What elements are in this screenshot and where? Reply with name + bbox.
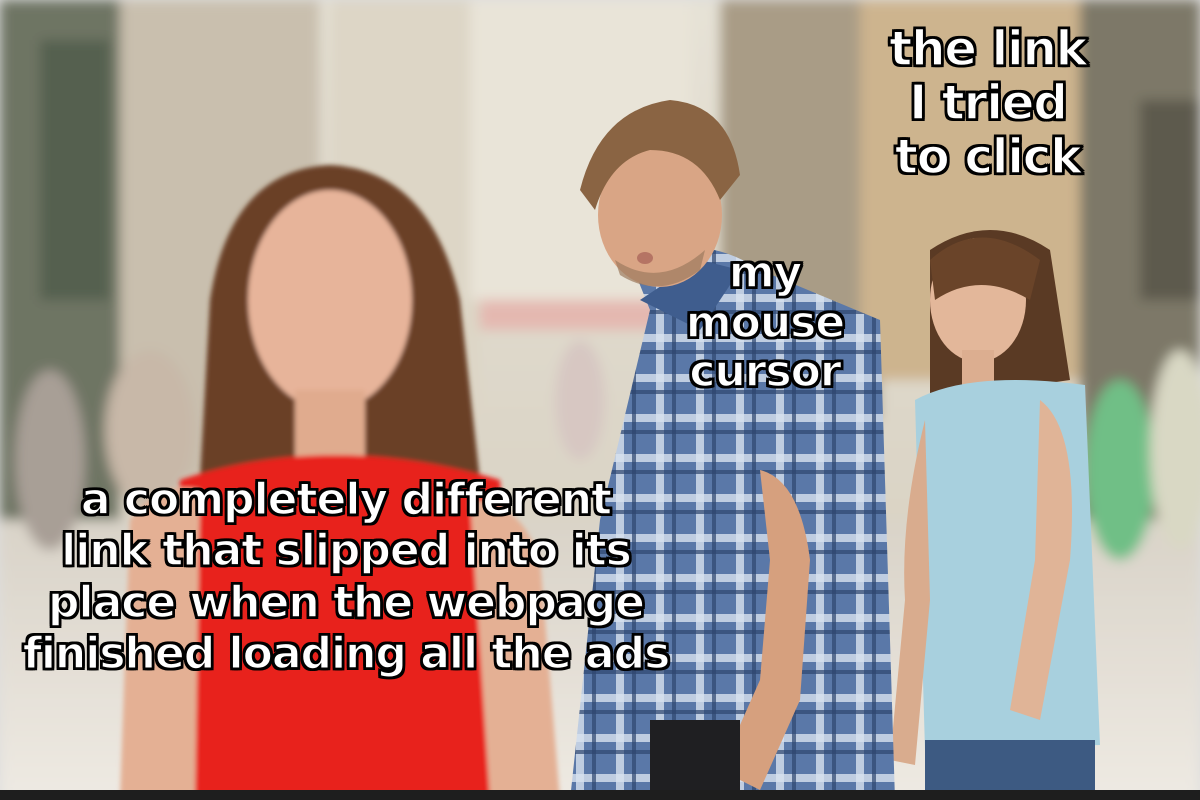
caption-the-link: the link I tried to click [889,21,1089,186]
meme-image: the link I tried to click my mouse curso… [0,0,1200,800]
caption-my-mouse-cursor: my mouse cursor [685,247,846,398]
bottom-border [0,790,1200,800]
caption-different-link: a completely different link that slipped… [22,473,671,680]
